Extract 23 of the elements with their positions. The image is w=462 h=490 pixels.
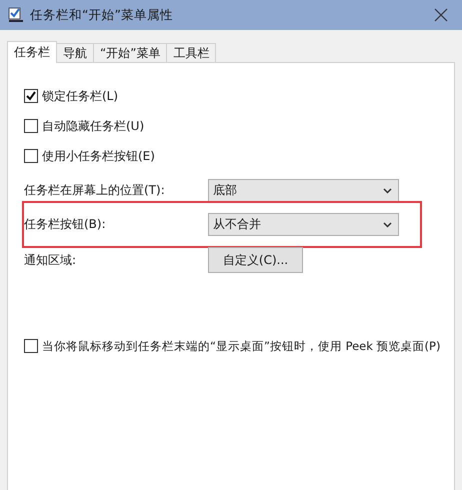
checkbox[interactable] bbox=[24, 89, 38, 103]
checkbox-label: 锁定任务栏(L) bbox=[42, 88, 118, 104]
checkbox[interactable] bbox=[24, 149, 38, 163]
dropdown[interactable]: 从不合并 bbox=[208, 213, 399, 236]
checkbox-label: 当你将鼠标移动到任务栏末端的“显示桌面”按钮时，使用 Peek 预览桌面(P) bbox=[42, 338, 440, 354]
tab[interactable]: 工具栏 bbox=[166, 43, 216, 62]
dropdown[interactable]: 底部 bbox=[208, 179, 399, 202]
tab[interactable]: “开始”菜单 bbox=[93, 43, 168, 62]
setting-label: 任务栏按钮(B): bbox=[24, 216, 107, 233]
tab[interactable]: 导航 bbox=[56, 43, 94, 62]
app-icon bbox=[8, 7, 24, 23]
customize-button[interactable]: 自定义(C)... bbox=[208, 247, 303, 273]
caret-icon bbox=[383, 222, 392, 228]
checkbox-label: 自动隐藏任务栏(U) bbox=[42, 118, 144, 134]
checkbox[interactable] bbox=[24, 339, 38, 353]
setting-label: 任务栏在屏幕上的位置(T): bbox=[24, 182, 166, 199]
caret-icon bbox=[383, 188, 392, 194]
setting-label: 通知区域: bbox=[24, 252, 78, 268]
checkbox[interactable] bbox=[24, 119, 38, 133]
checkbox-label: 使用小任务栏按钮(E) bbox=[42, 148, 155, 164]
tab[interactable]: 任务栏 bbox=[7, 41, 57, 63]
window-title: 任务栏和“开始”菜单属性 bbox=[30, 6, 174, 24]
close-icon[interactable] bbox=[434, 8, 448, 22]
